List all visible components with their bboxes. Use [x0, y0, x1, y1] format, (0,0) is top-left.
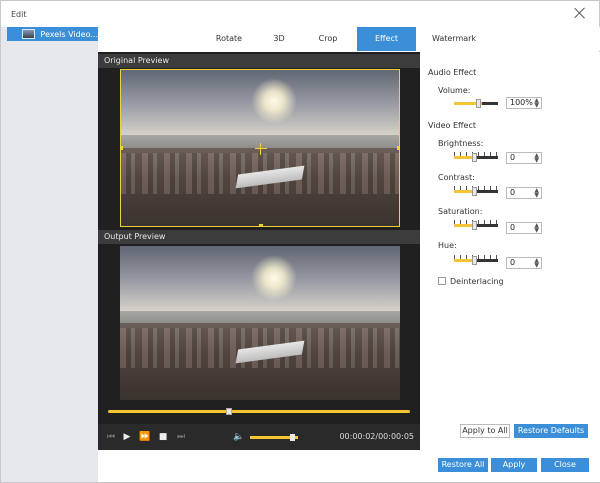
- effect-panel: Audio Effect Volume: 100% ▲ ▼ Video Effec…: [420, 52, 600, 450]
- saturation-slider-knob[interactable]: [472, 221, 477, 230]
- fast-forward-icon[interactable]: ⏩: [138, 424, 152, 450]
- deinterlacing-checkbox[interactable]: [438, 277, 446, 285]
- progress-knob[interactable]: [226, 408, 233, 415]
- apply-to-all-button[interactable]: Apply to All: [460, 424, 510, 438]
- brightness-slider-knob[interactable]: [472, 153, 477, 162]
- player-volume-slider[interactable]: [250, 434, 298, 441]
- crop-handle-right[interactable]: [397, 146, 400, 150]
- spin-arrows-icon[interactable]: ▲ ▼: [534, 98, 539, 109]
- original-preview-header: Original Preview: [98, 54, 420, 68]
- crosshair-icon[interactable]: [255, 143, 267, 155]
- brightness-slider[interactable]: [454, 153, 498, 162]
- preview-area: Original Preview Output Preview ⏮ ▶ ⏩ ■ …: [98, 52, 420, 450]
- file-sidebar: Pexels Video...: [1, 27, 98, 482]
- hue-spinbox[interactable]: 0 ▲ ▼: [506, 257, 542, 269]
- video-effect-title: Video Effect: [428, 121, 476, 130]
- player-controls: ⏮ ▶ ⏩ ■ ⏭ 🔈 00:00:02/00:00:05: [98, 424, 420, 450]
- spin-arrows-icon[interactable]: ▲ ▼: [534, 223, 539, 234]
- window-title: Edit: [11, 10, 27, 19]
- spin-arrows-icon[interactable]: ▲ ▼: [534, 153, 539, 164]
- hue-slider[interactable]: [454, 256, 498, 265]
- audio-effect-title: Audio Effect: [428, 68, 477, 77]
- video-thumbnail: [22, 29, 36, 39]
- original-preview-image: [120, 69, 400, 227]
- spin-arrows-icon[interactable]: ▲ ▼: [534, 188, 539, 199]
- playback-time: 00:00:02/00:00:05: [339, 432, 414, 441]
- brightness-label: Brightness:: [438, 139, 484, 148]
- saturation-spinbox[interactable]: 0 ▲ ▼: [506, 222, 542, 234]
- previous-frame-icon[interactable]: ⏮: [104, 424, 118, 450]
- dialog-footer: Restore All Apply Close: [98, 450, 600, 482]
- edit-tabs: Rotate 3D Crop Effect Watermark: [98, 27, 600, 51]
- restore-defaults-button[interactable]: Restore Defaults: [514, 424, 588, 438]
- apply-button[interactable]: Apply: [491, 458, 537, 472]
- tab-3d[interactable]: 3D: [258, 27, 300, 51]
- next-frame-icon[interactable]: ⏭: [174, 424, 188, 450]
- playback-progress-bar[interactable]: [108, 408, 410, 415]
- file-name: Pexels Video...: [40, 29, 98, 39]
- volume-label: Volume:: [438, 86, 471, 95]
- brightness-spinbox[interactable]: 0 ▲ ▼: [506, 152, 542, 164]
- player-volume-knob[interactable]: [289, 434, 295, 441]
- volume-slider-knob[interactable]: [476, 99, 481, 108]
- stop-icon[interactable]: ■: [156, 424, 170, 450]
- crop-handle-bottom[interactable]: [259, 224, 263, 227]
- file-list-item[interactable]: Pexels Video...: [7, 27, 98, 41]
- contrast-label: Contrast:: [438, 173, 475, 182]
- contrast-spinbox[interactable]: 0 ▲ ▼: [506, 187, 542, 199]
- output-preview-image: [120, 246, 400, 400]
- crop-frame[interactable]: [120, 69, 400, 227]
- tab-effect[interactable]: Effect: [357, 27, 416, 51]
- hue-slider-knob[interactable]: [472, 256, 477, 265]
- play-icon[interactable]: ▶: [120, 424, 134, 450]
- volume-spinbox[interactable]: 100% ▲ ▼: [506, 97, 542, 109]
- title-bar: Edit: [1, 1, 599, 27]
- crop-handle-left[interactable]: [120, 146, 123, 150]
- close-icon[interactable]: [573, 6, 587, 20]
- saturation-slider[interactable]: [454, 221, 498, 230]
- close-button[interactable]: Close: [541, 458, 589, 472]
- tab-rotate[interactable]: Rotate: [201, 27, 257, 51]
- spin-arrows-icon[interactable]: ▲ ▼: [534, 258, 539, 269]
- tab-crop[interactable]: Crop: [300, 27, 356, 51]
- hue-label: Hue:: [438, 241, 457, 250]
- deinterlacing-label: Deinterlacing: [450, 277, 504, 286]
- saturation-label: Saturation:: [438, 207, 483, 216]
- edit-window: Edit Pexels Video... Rotate 3D Crop Effe…: [0, 0, 600, 483]
- tab-watermark[interactable]: Watermark: [416, 27, 492, 51]
- restore-all-button[interactable]: Restore All: [438, 458, 488, 472]
- contrast-slider[interactable]: [454, 187, 498, 196]
- contrast-slider-knob[interactable]: [472, 187, 477, 196]
- volume-icon[interactable]: 🔈: [232, 424, 246, 450]
- output-preview-header: Output Preview: [98, 230, 420, 244]
- volume-slider[interactable]: [454, 99, 498, 108]
